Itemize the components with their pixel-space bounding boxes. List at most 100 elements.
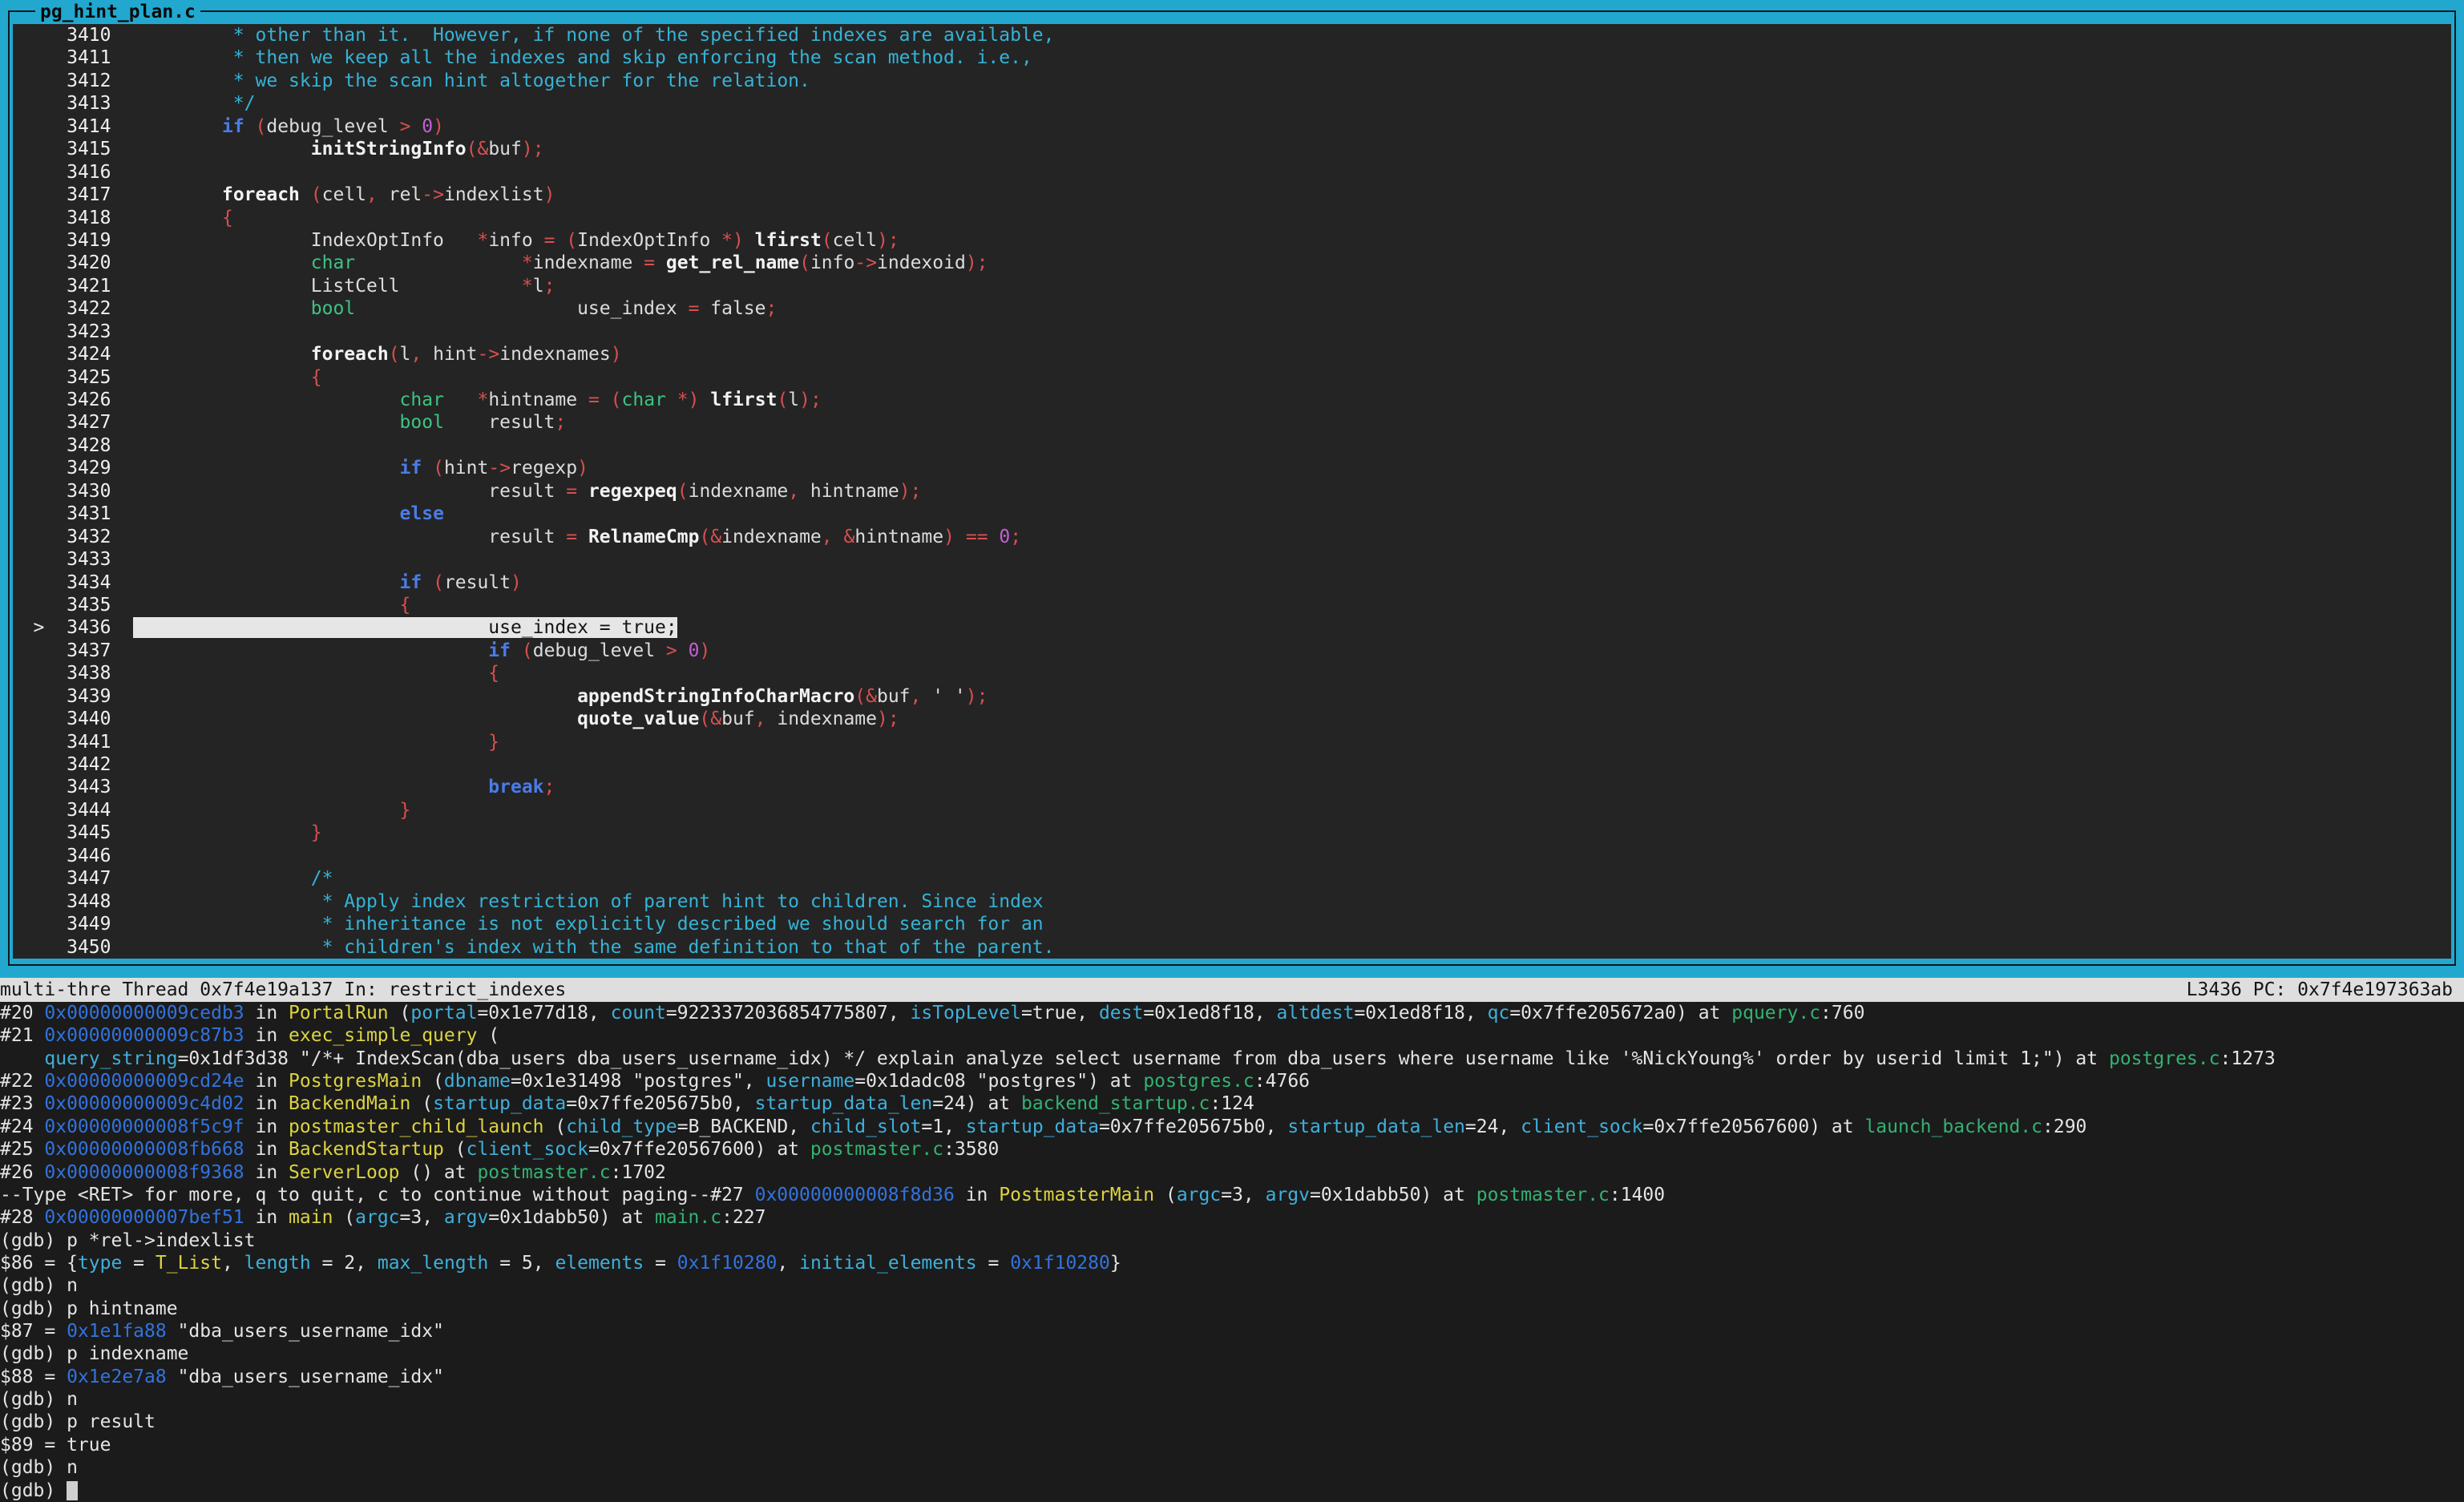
line-gutter — [0, 822, 67, 843]
source-line: 3433 — [0, 548, 2464, 571]
current-line-marker: > — [0, 617, 67, 638]
line-gutter — [0, 252, 67, 273]
line-gutter — [0, 412, 67, 433]
line-gutter — [0, 367, 67, 388]
line-number: 3410 — [67, 25, 111, 46]
source-line: 3424 foreach(l, hint->indexnames) — [0, 343, 2464, 365]
status-bar: multi-thre Thread 0x7f4e19a137 In: restr… — [0, 978, 2464, 1002]
line-number: 3432 — [67, 527, 111, 547]
line-gutter — [0, 321, 67, 342]
line-number: 3424 — [67, 344, 111, 365]
line-gutter — [0, 47, 67, 68]
source-line: 3420 char *indexname = get_rel_name(info… — [0, 252, 2464, 274]
gdb-output-line: $86 = {type = T_List, length = 2, max_le… — [0, 1252, 2464, 1274]
line-number: 3439 — [67, 686, 111, 707]
source-line: 3429 if (hint->regexp) — [0, 457, 2464, 479]
source-line: 3441 } — [0, 731, 2464, 753]
line-number: 3448 — [67, 891, 111, 912]
source-line: 3427 bool result; — [0, 411, 2464, 434]
line-number: 3442 — [67, 754, 111, 775]
status-thread-info: multi-thre Thread 0x7f4e19a137 In: restr… — [0, 978, 566, 1002]
source-line: 3446 — [0, 845, 2464, 867]
gdb-console[interactable]: #20 0x00000000009cedb3 in PortalRun (por… — [0, 1002, 2464, 1502]
source-line: 3445 } — [0, 822, 2464, 844]
line-gutter — [0, 435, 67, 456]
line-number: 3426 — [67, 390, 111, 410]
source-line: 3412 * we skip the scan hint altogether … — [0, 70, 2464, 92]
line-gutter — [0, 595, 67, 616]
line-number: 3419 — [67, 230, 111, 251]
line-number: 3435 — [67, 595, 111, 616]
source-line: 3425 { — [0, 366, 2464, 389]
line-gutter — [0, 549, 67, 570]
line-gutter — [0, 208, 67, 228]
gdb-tui-terminal[interactable]: pg_hint_plan.c 3410 * other than it. How… — [0, 0, 2464, 1502]
line-number: 3450 — [67, 937, 111, 958]
gdb-prompt-line[interactable]: (gdb) — [0, 1480, 2464, 1502]
line-gutter — [0, 640, 67, 661]
source-line: 3416 — [0, 161, 2464, 184]
line-number: 3449 — [67, 914, 111, 935]
line-number: 3422 — [67, 298, 111, 319]
terminal-cursor — [67, 1481, 78, 1500]
line-number: 3421 — [67, 276, 111, 297]
line-number: 3427 — [67, 412, 111, 433]
line-gutter — [0, 390, 67, 410]
source-line-current: > 3436 use_index = true; — [0, 616, 2464, 639]
source-line: 3413 */ — [0, 92, 2464, 115]
line-number: 3429 — [67, 458, 111, 478]
line-gutter — [0, 663, 67, 684]
line-number: 3430 — [67, 481, 111, 502]
line-gutter — [0, 914, 67, 935]
line-gutter — [0, 503, 67, 524]
line-number: 3428 — [67, 435, 111, 456]
line-number: 3438 — [67, 663, 111, 684]
line-gutter — [0, 344, 67, 365]
source-file-name: pg_hint_plan.c — [35, 0, 200, 24]
source-window-title-bar — [0, 0, 2464, 24]
gdb-output-line: #22 0x00000000009cd24e in PostgresMain (… — [0, 1070, 2464, 1092]
gdb-output-line: (gdb) n — [0, 1388, 2464, 1411]
line-gutter — [0, 686, 67, 707]
source-line: 3450 * children's index with the same de… — [0, 936, 2464, 959]
window-border-bottom-line — [8, 964, 2456, 966]
source-line: 3423 — [0, 321, 2464, 343]
window-border-bottom — [0, 959, 2464, 978]
source-pane: 3410 * other than it. However, if none o… — [13, 24, 2451, 959]
source-line: 3417 foreach (cell, rel->indexlist) — [0, 184, 2464, 206]
line-gutter — [0, 800, 67, 821]
gdb-output-line: #24 0x00000000008f5c9f in postmaster_chi… — [0, 1116, 2464, 1138]
source-line: 3443 break; — [0, 776, 2464, 798]
line-number: 3417 — [67, 184, 111, 205]
line-number: 3444 — [67, 800, 111, 821]
line-gutter — [0, 937, 67, 958]
line-gutter — [0, 184, 67, 205]
source-line: 3432 result = RelnameCmp(&indexname, &hi… — [0, 526, 2464, 548]
line-gutter — [0, 139, 67, 159]
line-gutter — [0, 276, 67, 297]
source-line: 3421 ListCell *l; — [0, 275, 2464, 297]
line-number: 3411 — [67, 47, 111, 68]
line-gutter — [0, 572, 67, 593]
line-number: 3437 — [67, 640, 111, 661]
line-number: 3443 — [67, 777, 111, 797]
line-number: 3440 — [67, 709, 111, 729]
source-line: 3442 — [0, 753, 2464, 776]
line-number: 3445 — [67, 822, 111, 843]
line-number: 3412 — [67, 71, 111, 91]
source-line: 3447 /* — [0, 867, 2464, 890]
line-number: 3414 — [67, 116, 111, 137]
line-number: 3415 — [67, 139, 111, 159]
line-gutter — [0, 732, 67, 753]
line-number: 3441 — [67, 732, 111, 753]
source-line: 3410 * other than it. However, if none o… — [0, 24, 2464, 46]
line-gutter — [0, 25, 67, 46]
line-number: 3446 — [67, 846, 111, 866]
line-gutter — [0, 754, 67, 775]
source-line: 3426 char *hintname = (char *) lfirst(l)… — [0, 389, 2464, 411]
line-gutter — [0, 116, 67, 137]
line-number: 3423 — [67, 321, 111, 342]
line-number: 3434 — [67, 572, 111, 593]
line-gutter — [0, 93, 67, 114]
source-line: 3419 IndexOptInfo *info = (IndexOptInfo … — [0, 229, 2464, 252]
